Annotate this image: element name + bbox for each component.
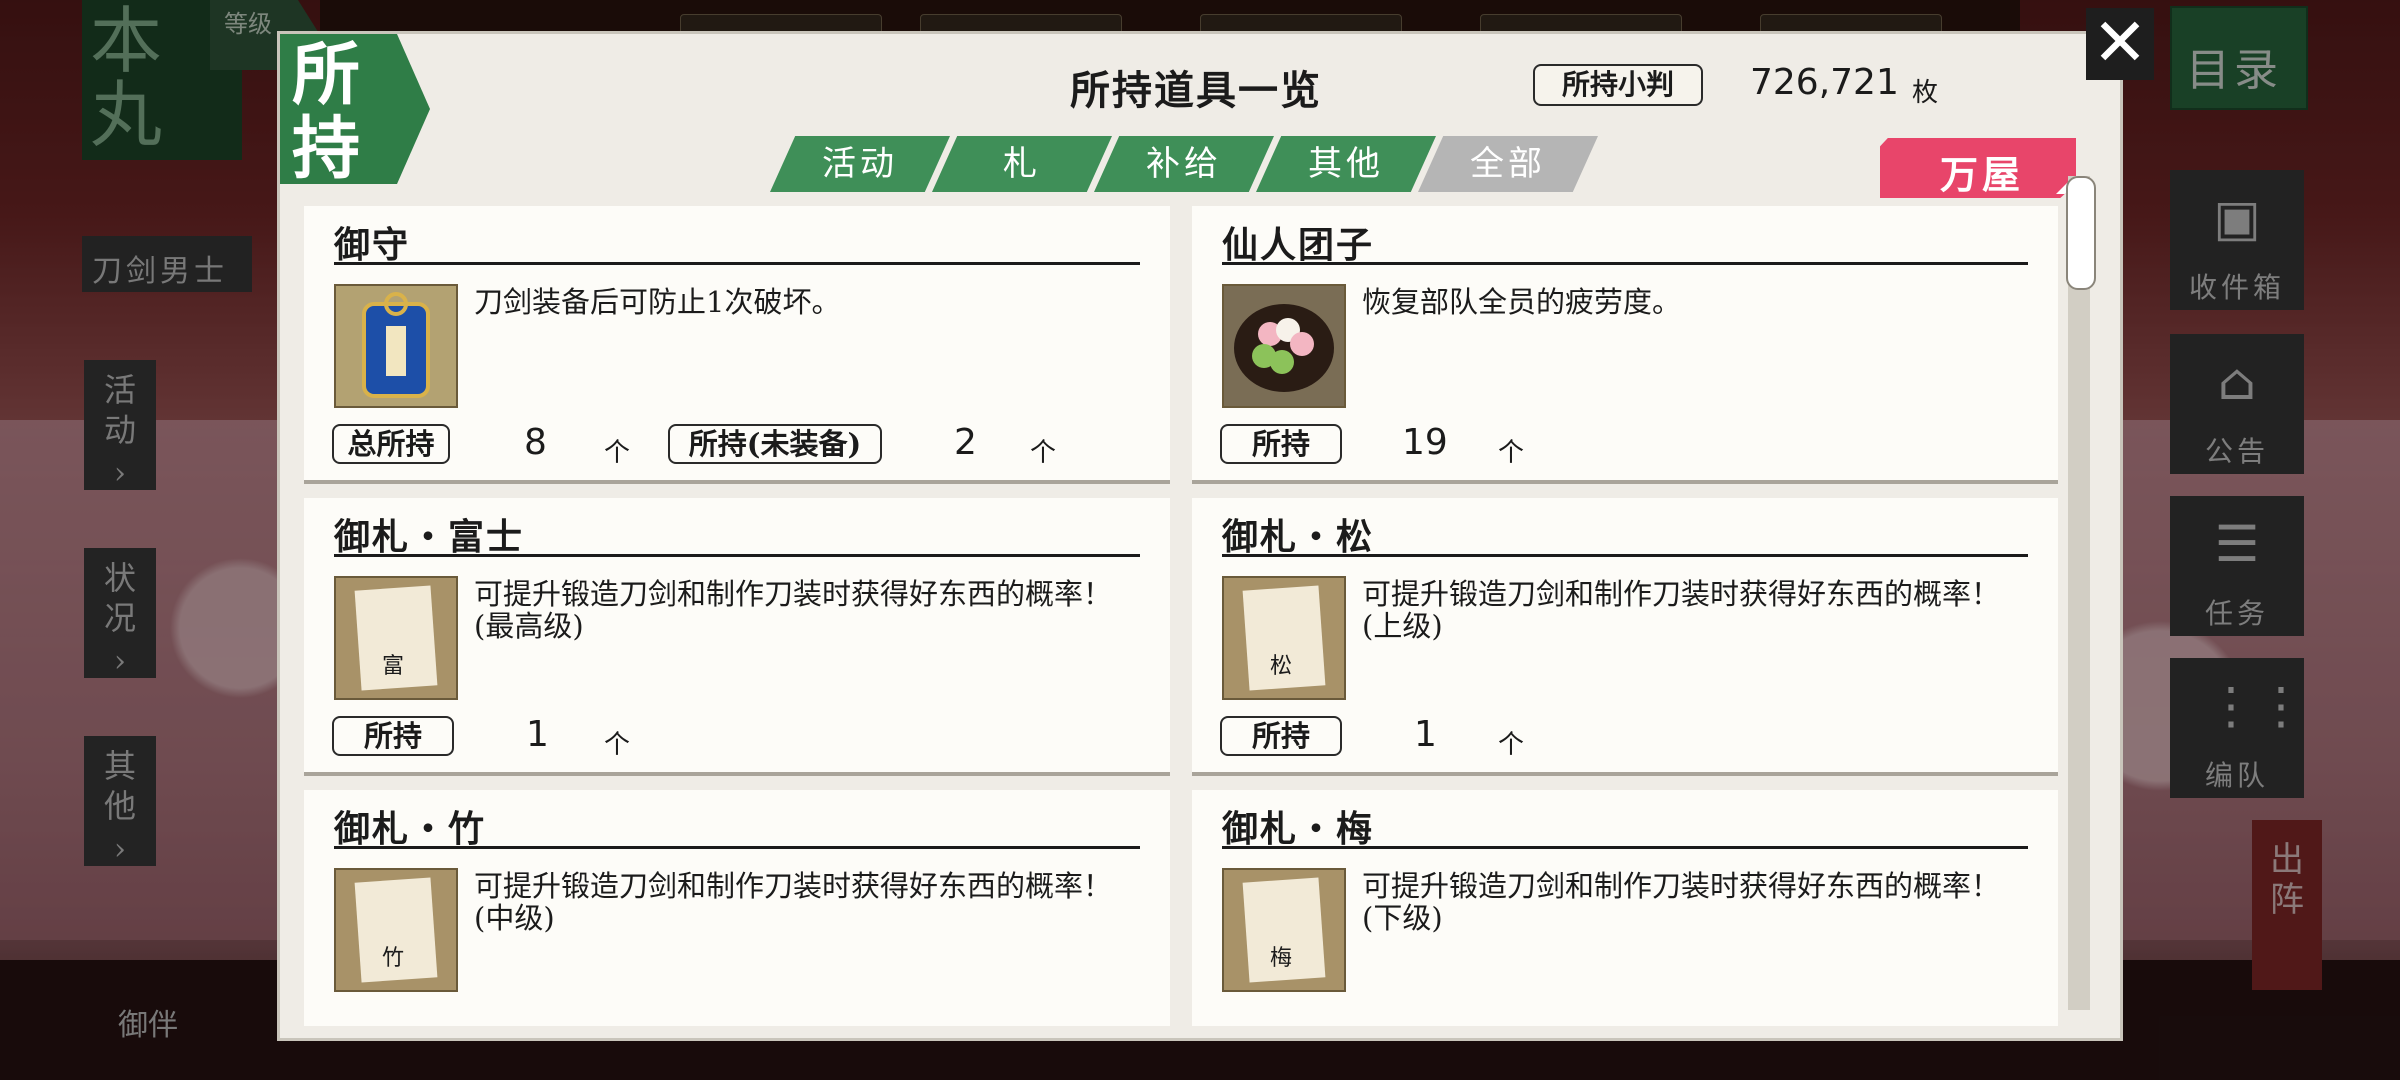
modal-title: 所持道具一览 bbox=[1070, 67, 1322, 114]
item-card-fuda-matsu[interactable]: 御札・松 松 可提升锻造刀剑和制作刀装时获得好东西的概率！(上级) 所持 1 个 bbox=[1192, 498, 2058, 772]
count-value-owned: 1 bbox=[1414, 714, 1437, 755]
item-description: 恢复部队全员的疲劳度。 bbox=[1362, 285, 1682, 319]
tab-event[interactable]: 活动 bbox=[770, 136, 950, 192]
item-name: 御札・竹 bbox=[334, 808, 487, 850]
scrollbar-thumb[interactable] bbox=[2066, 176, 2096, 290]
owned-badge: 所持 bbox=[280, 34, 430, 184]
divider bbox=[1222, 262, 2028, 265]
inventory-modal: 所持 所持道具一览 所持小判 726,721 枚 活动 札 补给 其他 全部 万… bbox=[280, 34, 2120, 1038]
tab-all[interactable]: 全部 bbox=[1418, 136, 1598, 192]
fuda-ume-icon: 梅 bbox=[1222, 868, 1346, 992]
item-card-fuda-ume[interactable]: 御札・梅 梅 可提升锻造刀剑和制作刀装时获得好东西的概率！(下级) bbox=[1192, 790, 2058, 1026]
count-value-owned: 1 bbox=[526, 714, 549, 755]
count-label-unequipped: 所持(未装备) bbox=[668, 424, 882, 464]
divider bbox=[334, 846, 1140, 849]
item-description: 可提升锻造刀剑和制作刀装时获得好东西的概率！(上级) bbox=[1362, 577, 2001, 643]
count-label-total: 总所持 bbox=[332, 424, 450, 464]
item-card-fuda-take[interactable]: 御札・竹 竹 可提升锻造刀剑和制作刀装时获得好东西的概率！(中级) bbox=[304, 790, 1170, 1026]
tab-other[interactable]: 其他 bbox=[1256, 136, 1436, 192]
koban-label: 所持小判 bbox=[1533, 64, 1703, 106]
count-label-owned: 所持 bbox=[1220, 424, 1342, 464]
fuda-character: 竹 bbox=[382, 946, 405, 971]
omamori-icon bbox=[334, 284, 458, 408]
item-name: 御守 bbox=[334, 224, 411, 266]
close-button[interactable]: ✕ bbox=[2086, 8, 2154, 80]
count-unit: 个 bbox=[604, 438, 631, 468]
item-name: 御札・梅 bbox=[1222, 808, 1375, 850]
count-unit: 个 bbox=[1498, 730, 1525, 760]
divider bbox=[1222, 846, 2028, 849]
item-description: 可提升锻造刀剑和制作刀装时获得好东西的概率！(最高级) bbox=[474, 577, 1113, 643]
item-name: 仙人团子 bbox=[1222, 224, 1375, 266]
item-name: 御札・松 bbox=[1222, 516, 1375, 558]
divider bbox=[334, 554, 1140, 557]
item-card-fuda-fuji[interactable]: 御札・富士 富 可提升锻造刀剑和制作刀装时获得好东西的概率！(最高级) 所持 1… bbox=[304, 498, 1170, 772]
count-value-owned: 19 bbox=[1402, 422, 1448, 463]
shop-button[interactable]: 万屋 bbox=[1880, 138, 2076, 198]
item-card-omamori[interactable]: 御守 刀剑装备后可防止1次破坏。 总所持 8 个 所持(未装备) 2 个 bbox=[304, 206, 1170, 480]
divider bbox=[334, 262, 1140, 265]
item-name: 御札・富士 bbox=[334, 516, 525, 558]
count-unit: 个 bbox=[1030, 438, 1057, 468]
tab-supply[interactable]: 补给 bbox=[1094, 136, 1274, 192]
dango-icon bbox=[1222, 284, 1346, 408]
count-label-owned: 所持 bbox=[1220, 716, 1342, 756]
tab-fuda[interactable]: 札 bbox=[932, 136, 1112, 192]
count-value-total: 8 bbox=[524, 422, 547, 463]
item-card-dango[interactable]: 仙人团子 恢复部队全员的疲劳度。 所持 19 个 bbox=[1192, 206, 2058, 480]
count-value-unequipped: 2 bbox=[954, 422, 977, 463]
count-label-owned: 所持 bbox=[332, 716, 454, 756]
fuda-character: 富 bbox=[382, 654, 405, 679]
koban-unit: 枚 bbox=[1912, 78, 1939, 108]
item-description: 可提升锻造刀剑和制作刀装时获得好东西的概率！(中级) bbox=[474, 869, 1113, 935]
koban-value: 726,721 bbox=[1750, 62, 1899, 103]
shop-label: 万屋 bbox=[1940, 152, 2025, 197]
owned-badge-label: 所持 bbox=[292, 35, 361, 189]
item-list[interactable]: 御守 刀剑装备后可防止1次破坏。 总所持 8 个 所持(未装备) 2 个 仙人团… bbox=[304, 206, 2084, 1026]
fuda-character: 松 bbox=[1270, 654, 1293, 679]
item-description: 可提升锻造刀剑和制作刀装时获得好东西的概率！(下级) bbox=[1362, 869, 2001, 935]
count-unit: 个 bbox=[604, 730, 631, 760]
fuda-character: 梅 bbox=[1270, 946, 1293, 971]
count-unit: 个 bbox=[1498, 438, 1525, 468]
fuda-fuji-icon: 富 bbox=[334, 576, 458, 700]
fuda-matsu-icon: 松 bbox=[1222, 576, 1346, 700]
divider bbox=[1222, 554, 2028, 557]
item-description: 刀剑装备后可防止1次破坏。 bbox=[474, 285, 841, 319]
fuda-take-icon: 竹 bbox=[334, 868, 458, 992]
scrollbar-track[interactable] bbox=[2068, 176, 2090, 1010]
